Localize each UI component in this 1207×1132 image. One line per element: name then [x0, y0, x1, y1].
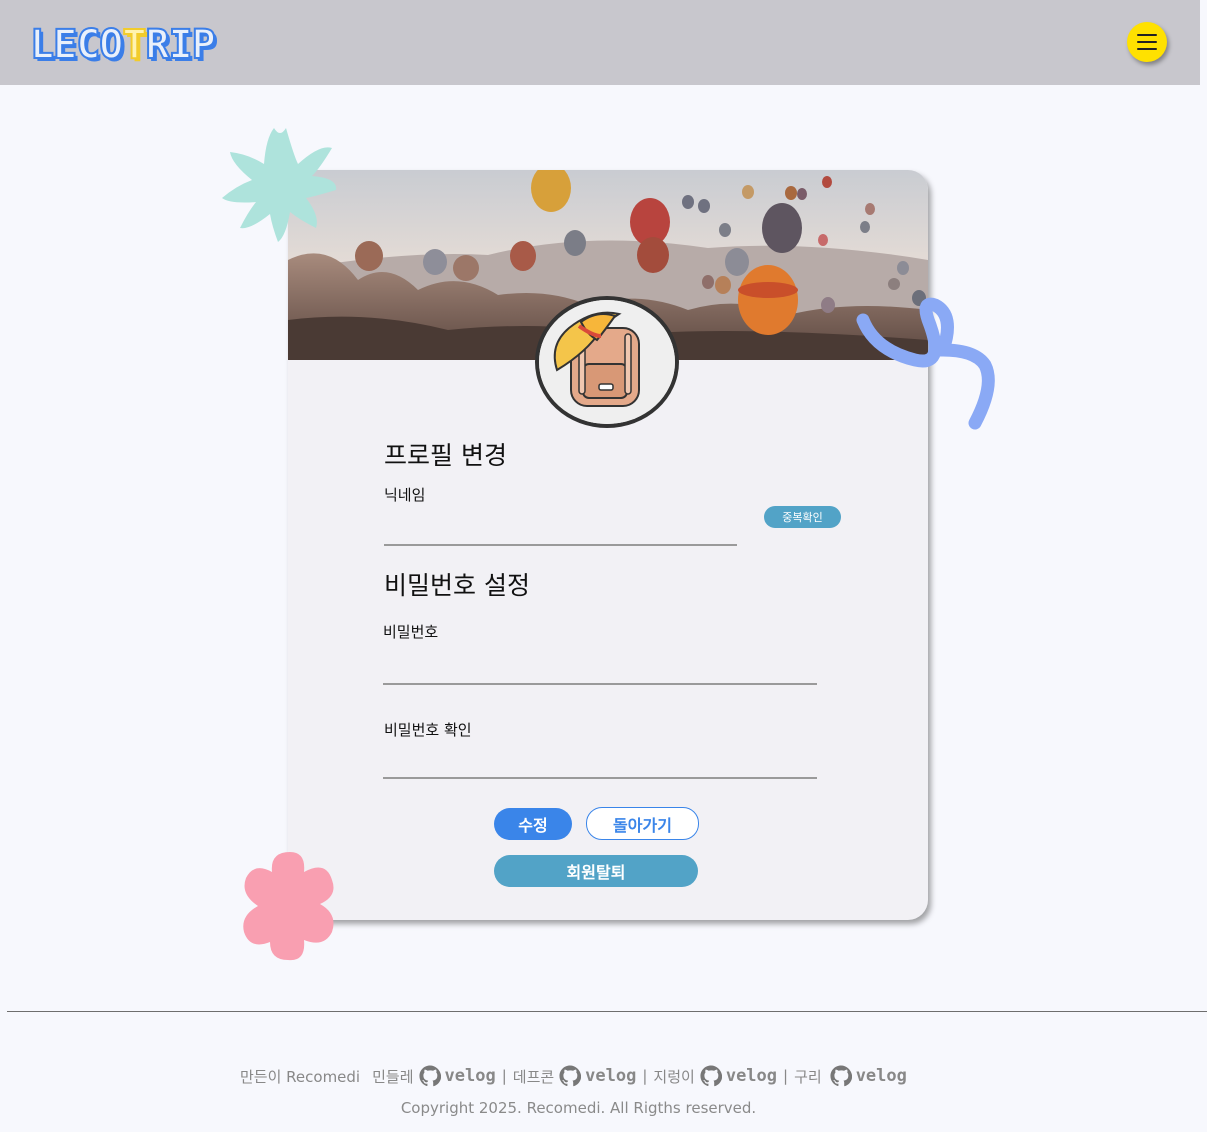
github-icon [830, 1065, 852, 1087]
separator: | [783, 1067, 789, 1085]
member-velog-link[interactable]: velog [830, 1065, 907, 1087]
velog-link-text: velog [585, 1066, 637, 1086]
github-icon [700, 1065, 722, 1087]
password-confirm-input[interactable] [383, 747, 817, 775]
blue-squiggle-decoration [856, 297, 995, 430]
footer-credits: 만든이 Recomedi 민들레 velog | 데프콘 velog | 지렁이… [240, 1064, 907, 1088]
github-icon [559, 1065, 582, 1087]
member-name: 지렁이 [653, 1067, 695, 1086]
logo-letter: T [121, 22, 147, 68]
member-velog-link[interactable]: velog [700, 1065, 777, 1087]
password-confirm-underline [383, 777, 817, 779]
lecotrip-logo[interactable]: L E C O T R I P [29, 22, 217, 68]
velog-link-text: velog [725, 1066, 778, 1086]
menu-button[interactable] [1127, 22, 1167, 62]
member-name: 민들레 [372, 1067, 414, 1086]
backpack-hat-icon [539, 300, 675, 424]
logo-letter: C [75, 22, 101, 68]
password-label: 비밀번호 [383, 623, 439, 641]
profile-section-title: 프로필 변경 [384, 441, 507, 470]
duplicate-check-button[interactable]: 중복확인 [764, 506, 841, 528]
separator: | [501, 1067, 507, 1085]
pink-flower-decoration [243, 852, 334, 961]
hamburger-icon [1137, 34, 1157, 36]
velog-link-text: velog [444, 1066, 496, 1086]
member-name: 구리 [794, 1067, 822, 1086]
logo-letter: L [29, 22, 55, 68]
site-header: L E C O T R I P [0, 0, 1200, 85]
hamburger-icon [1137, 41, 1157, 43]
nickname-input[interactable] [384, 514, 737, 542]
copyright-text: Copyright 2025. Recomedi. All Rigths res… [400, 1099, 757, 1117]
password-section-title: 비밀번호 설정 [384, 571, 530, 600]
password-underline [383, 683, 817, 685]
nickname-underline [384, 544, 737, 546]
made-by-text: 만든이 Recomedi [240, 1067, 361, 1086]
footer-divider [7, 1011, 1207, 1012]
withdraw-button[interactable]: 회원탈퇴 [494, 855, 698, 887]
password-confirm-label: 비밀번호 확인 [384, 721, 472, 739]
nickname-label: 닉네임 [384, 486, 426, 504]
logo-letter: O [98, 22, 124, 68]
separator: | [642, 1067, 648, 1085]
password-input[interactable] [383, 652, 817, 680]
mint-star-decoration [222, 128, 337, 242]
back-button[interactable]: 돌아가기 [586, 807, 699, 840]
logo-letter: E [52, 22, 78, 68]
logo-letter: P [191, 22, 217, 68]
logo-letter: I [168, 22, 194, 68]
profile-avatar[interactable] [535, 296, 679, 428]
member-name: 데프콘 [512, 1067, 555, 1086]
member-velog-link[interactable]: velog [559, 1065, 636, 1087]
hamburger-icon [1137, 48, 1157, 50]
member-velog-link[interactable]: velog [418, 1065, 496, 1087]
edit-button[interactable]: 수정 [494, 808, 572, 840]
github-icon [418, 1065, 441, 1087]
logo-letter: R [144, 22, 170, 68]
velog-link-text: velog [855, 1066, 907, 1086]
